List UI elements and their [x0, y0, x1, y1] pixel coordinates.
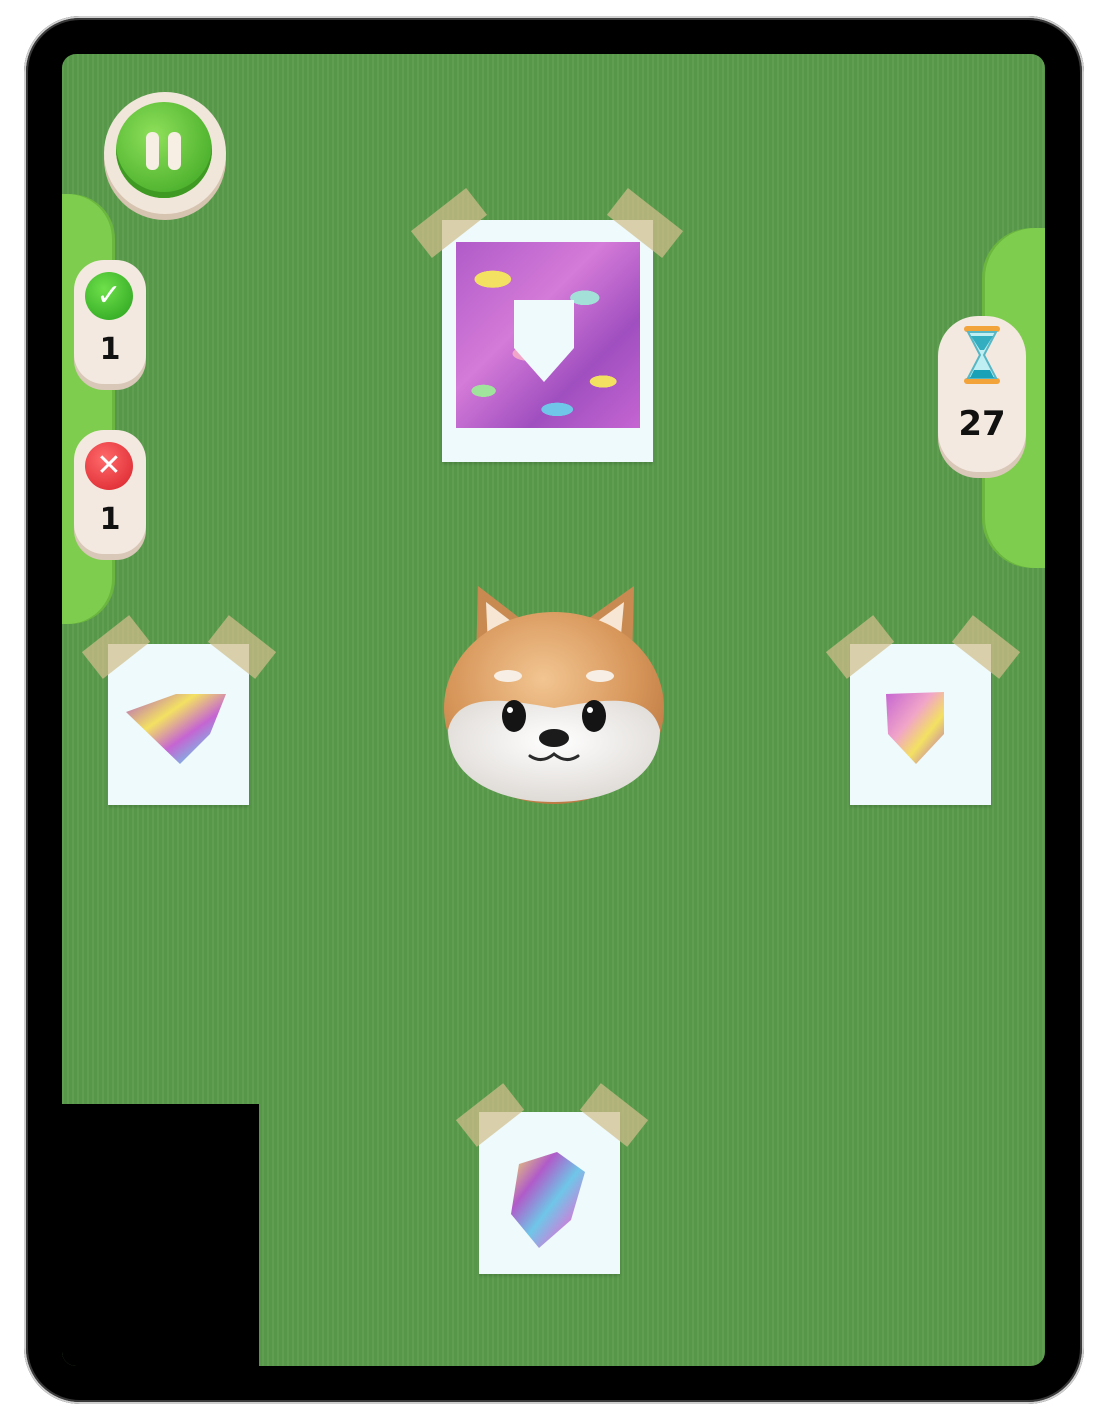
score-side-panel — [62, 194, 112, 624]
game-board: ✓ 1 ✕ 1 27 — [62, 54, 1045, 1366]
wrong-count: 1 — [99, 502, 121, 537]
option-card-left[interactable] — [108, 644, 249, 805]
option-card-bottom[interactable] — [479, 1112, 620, 1274]
wrong-counter: ✕ 1 — [74, 430, 146, 554]
puzzle-piece-option[interactable] — [884, 690, 948, 766]
missing-piece-slot — [514, 300, 574, 382]
pause-bar-left — [146, 132, 159, 170]
black-overlay-block — [62, 1104, 259, 1366]
pause-button[interactable] — [104, 92, 226, 214]
timer-display: 27 — [938, 316, 1026, 472]
puzzle-piece-option[interactable] — [124, 694, 228, 766]
pause-bar-right — [168, 132, 181, 170]
timer-value: 27 — [958, 404, 1006, 444]
x-icon: ✕ — [85, 442, 133, 490]
shiba-mascot — [444, 586, 664, 804]
check-icon: ✓ — [85, 272, 133, 320]
pause-icon[interactable] — [116, 102, 212, 198]
target-picture-card — [442, 220, 653, 462]
option-card-right[interactable] — [850, 644, 991, 805]
hourglass-icon — [964, 326, 1000, 384]
puzzle-piece-option[interactable] — [509, 1150, 589, 1250]
correct-counter: ✓ 1 — [74, 260, 146, 384]
correct-count: 1 — [99, 332, 121, 367]
